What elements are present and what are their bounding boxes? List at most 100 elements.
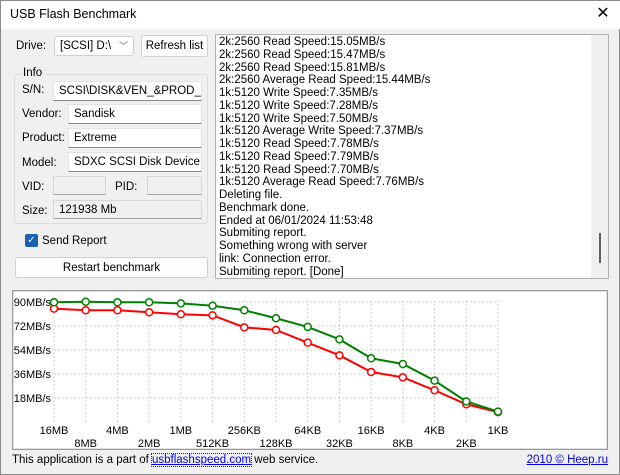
- x-tick-label: 32KB: [326, 438, 353, 449]
- log-scrollbar[interactable]: [591, 35, 608, 278]
- window-title: USB Flash Benchmark: [10, 7, 137, 21]
- log-lines: 2k:2560 Read Speed:15.05MB/s 2k:2560 Read…: [216, 35, 608, 278]
- log-line: Deleting file.: [219, 189, 283, 201]
- x-tick-label: 2KB: [456, 438, 477, 449]
- data-point-read: [303, 322, 312, 332]
- product-label: Product:: [22, 132, 65, 144]
- usbflashspeed-link[interactable]: usbflashspeed.com: [150, 453, 253, 467]
- log-line: 1k:5120 Write Speed:7.28MB/s: [219, 99, 378, 112]
- model-field[interactable]: SDXC SCSI Disk Device: [68, 152, 202, 172]
- x-tick-label: 8KB: [392, 438, 413, 449]
- y-tick-label: 54MB/s: [14, 345, 52, 357]
- y-tick-label: 72MB/s: [14, 321, 52, 333]
- x-tick-label: 64KB: [294, 425, 321, 437]
- data-point-read: [493, 407, 503, 416]
- checkmark-icon: ✓: [27, 235, 36, 246]
- vendor-label: Vendor:: [22, 108, 62, 120]
- log-line: 1k:5120 Average Write Speed:7.37MB/s: [219, 125, 424, 138]
- x-tick-label: 4KB: [424, 425, 445, 437]
- log-line: 2k:2560 Read Speed:15.47MB/s: [219, 48, 386, 61]
- x-tick-label: 128KB: [259, 438, 292, 449]
- x-tick-label: 1KB: [488, 425, 509, 437]
- y-tick-label: 36MB/s: [14, 369, 52, 381]
- log-line: 1k:5120 Average Read Speed:7.76MB/s: [219, 176, 425, 189]
- chart-svg: 90MB/s 72MB/s 54MB/s 36MB/s 18MB/s 16MB 8MB 4MB…: [14, 297, 509, 449]
- data-point-write: [430, 386, 439, 395]
- data-point-write: [208, 311, 217, 320]
- data-point-read: [366, 354, 376, 363]
- data-point-read: [49, 298, 59, 307]
- data-point-read: [208, 301, 217, 310]
- data-point-read: [335, 335, 344, 344]
- x-tick-label: 256KB: [228, 425, 261, 437]
- restart-benchmark-button[interactable]: Restart benchmark: [15, 257, 208, 278]
- log-line: 1k:5120 Read Speed:7.79MB/s: [219, 150, 379, 163]
- data-point-read: [430, 376, 439, 385]
- data-point-write: [113, 306, 122, 315]
- product-field[interactable]: Extreme: [68, 128, 202, 148]
- info-group-label: Info: [21, 67, 45, 79]
- data-point-write: [81, 306, 90, 315]
- x-tick-label: 2MB: [138, 438, 161, 449]
- size-label: Size:: [22, 205, 48, 217]
- x-tick-label: 4MB: [106, 425, 129, 437]
- y-tick-label: 90MB/s: [14, 297, 52, 309]
- x-tick-label: 1MB: [170, 425, 193, 437]
- send-report-label[interactable]: Send Report: [42, 235, 107, 247]
- close-icon[interactable]: ✕: [593, 4, 613, 24]
- x-tick-label: 16MB: [40, 425, 69, 437]
- pid-field[interactable]: [147, 176, 202, 195]
- footer-text: This application is a part of usbflashsp…: [12, 453, 319, 467]
- log-line: Submiting report.: [219, 227, 307, 240]
- drive-select-value: [SCSI] D:\: [60, 40, 112, 52]
- x-tick-label: 16KB: [358, 425, 385, 437]
- data-point-write: [335, 351, 344, 360]
- log-line: 2k:2560 Read Speed:15.05MB/s: [219, 36, 386, 48]
- log-line: 1k:5120 Read Speed:7.78MB/s: [219, 138, 379, 150]
- log-line: Benchmark done.: [219, 201, 310, 214]
- log-line: 1k:5120 Write Speed:7.35MB/s: [219, 87, 378, 99]
- model-label: Model:: [22, 157, 57, 169]
- footer-pre: This application is a part of: [12, 454, 152, 466]
- heep-link[interactable]: 2010 © Heep.ru: [527, 454, 608, 466]
- title-bar: USB Flash Benchmark ✕: [1, 1, 620, 29]
- log-output[interactable]: 2k:2560 Read Speed:15.05MB/s 2k:2560 Read…: [215, 34, 609, 279]
- vid-field[interactable]: [53, 176, 106, 195]
- y-tick-label: 18MB/s: [14, 393, 52, 405]
- send-report-checkbox[interactable]: ✓: [25, 234, 38, 247]
- log-line: 1k:5120 Write Speed:7.50MB/s: [219, 112, 378, 125]
- speed-chart: 90MB/s 72MB/s 54MB/s 36MB/s 18MB/s 16MB 8MB 4MB…: [12, 290, 608, 450]
- data-point-read: [144, 298, 154, 307]
- data-point-read: [81, 297, 90, 306]
- data-point-read: [176, 299, 186, 308]
- scrollbar-thumb[interactable]: [599, 233, 601, 263]
- size-field[interactable]: 121938 Mb: [53, 200, 202, 219]
- refresh-list-button[interactable]: Refresh list: [141, 35, 208, 57]
- data-point-write: [398, 373, 408, 382]
- drive-select[interactable]: [SCSI] D:\ ﹀: [54, 36, 134, 56]
- log-line: Submiting report. [Done]: [219, 265, 344, 278]
- data-point-write: [176, 310, 186, 319]
- sn-label: S/N:: [22, 84, 45, 96]
- log-line: 1k:5120 Read Speed:7.70MB/s: [219, 163, 379, 176]
- data-point-write: [271, 325, 281, 335]
- footer-post: web service.: [251, 454, 319, 466]
- data-point-write: [144, 308, 154, 317]
- x-tick-label: 512KB: [196, 438, 229, 449]
- log-line: Something wrong with server: [219, 240, 368, 252]
- vid-label: VID:: [22, 181, 45, 193]
- drive-label: Drive:: [16, 40, 47, 52]
- vendor-field[interactable]: Sandisk: [68, 104, 202, 124]
- data-point-write: [303, 338, 312, 347]
- data-point-write: [366, 367, 376, 377]
- pid-label: PID:: [115, 181, 138, 193]
- x-tick-label: 8MB: [74, 438, 97, 449]
- log-line: link: Connection error.: [219, 252, 331, 265]
- data-point-read: [240, 306, 249, 315]
- data-point-read: [113, 298, 122, 307]
- data-point-write: [240, 323, 249, 332]
- data-point-read: [271, 314, 281, 323]
- sn-field[interactable]: SCSI\DISK&VEN_&PROD_SD: [53, 81, 202, 101]
- data-point-read: [462, 397, 471, 406]
- log-line: 2k:2560 Read Speed:15.81MB/s: [219, 61, 386, 74]
